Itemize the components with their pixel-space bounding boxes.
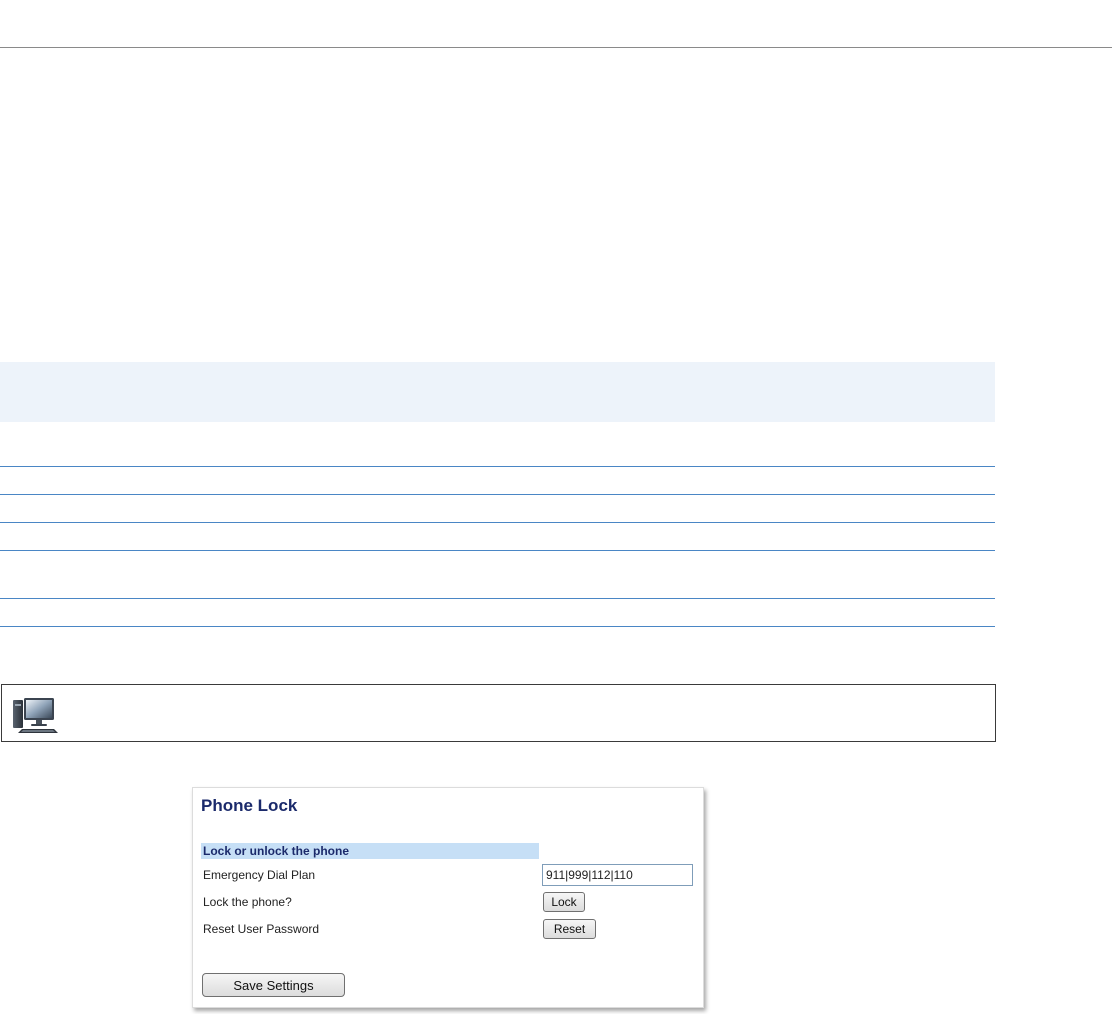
emergency-dial-plan-input[interactable] — [542, 864, 693, 886]
phone-lock-panel: Phone Lock Lock or unlock the phone Emer… — [192, 787, 704, 1008]
lock-button[interactable]: Lock — [543, 892, 585, 912]
reset-password-label: Reset User Password — [203, 922, 320, 936]
computer-monitor-icon — [13, 698, 58, 733]
header-rule — [0, 47, 1112, 48]
table-row-divider — [0, 494, 995, 495]
save-settings-button[interactable]: Save Settings — [202, 973, 345, 997]
note-box — [1, 684, 996, 742]
table-row-divider — [0, 466, 995, 467]
document-page: Phone Lock Lock or unlock the phone Emer… — [0, 0, 1119, 1014]
table-row-divider — [0, 626, 995, 627]
table-row-divider — [0, 598, 995, 599]
section-header: Lock or unlock the phone — [201, 843, 539, 859]
page-title: Phone Lock — [201, 796, 298, 815]
lock-phone-label: Lock the phone? — [203, 895, 292, 909]
reset-button[interactable]: Reset — [543, 919, 596, 939]
table-header-row — [0, 362, 995, 422]
table-row-divider — [0, 550, 995, 551]
table-row-divider — [0, 522, 995, 523]
emergency-dial-plan-label: Emergency Dial Plan — [203, 868, 316, 882]
